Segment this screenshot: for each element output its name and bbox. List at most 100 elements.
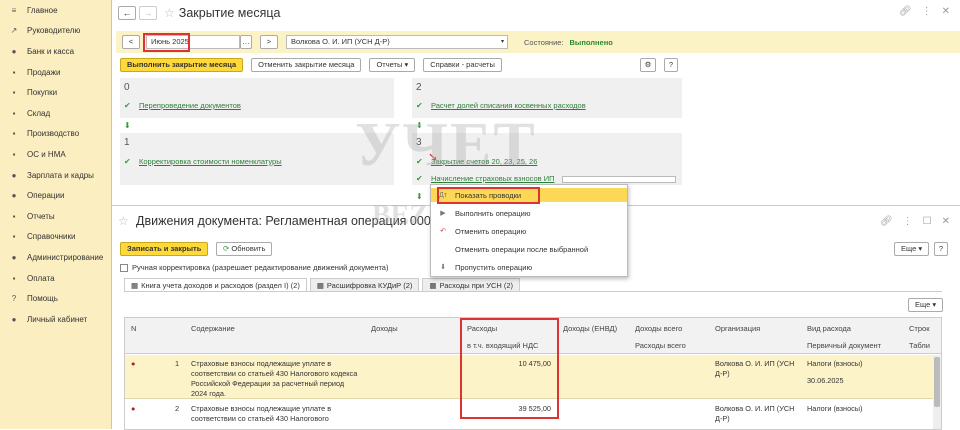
col-header-organization: Организация (715, 324, 761, 333)
settings-gear-icon[interactable]: ⚙ (640, 58, 656, 72)
section-2-link[interactable]: Расчет долей списания косвенных расходов (431, 101, 586, 110)
sidebar-item[interactable]: ▪ Оплата (0, 268, 111, 289)
warehouse-icon: ▪ (12, 108, 16, 118)
menu-item-label: Пропустить операцию (455, 262, 533, 272)
col-header-income: Доходы (371, 324, 398, 333)
done-check-icon: ✔ (416, 101, 423, 110)
favorite-star-icon[interactable]: ☆ (118, 214, 129, 228)
sidebar-item[interactable]: ↗ Руководителю (0, 21, 111, 42)
scrollbar-thumb[interactable] (934, 357, 940, 407)
sidebar-item-label: Руководителю (27, 26, 81, 36)
sidebar-item[interactable]: ▪ Продажи (0, 62, 111, 83)
done-check-icon: ✔ (124, 101, 131, 110)
help-button[interactable]: ? (934, 242, 948, 256)
run-closing-button[interactable]: Выполнить закрытие месяца (120, 58, 244, 72)
refresh-label: Обновить (231, 244, 266, 253)
period-picker-button[interactable]: … (240, 35, 252, 49)
table-icon: ▦ (131, 280, 139, 290)
close-icon[interactable]: ✕ (942, 6, 950, 17)
context-menu-item-undo-after[interactable]: Отменить операции после выбранной (431, 242, 627, 256)
link-icon[interactable]: 🔗︎ (899, 6, 912, 17)
sidebar-item-label: ОС и НМА (27, 149, 66, 159)
link-icon[interactable]: 🔗︎ (880, 216, 893, 227)
factory-icon: ▪ (12, 129, 16, 139)
help-button[interactable]: ? (664, 58, 678, 72)
cancel-closing-button[interactable]: Отменить закрытие месяца (251, 58, 362, 72)
context-menu-item-skip[interactable]: ⬇ Пропустить операцию (431, 260, 627, 274)
command-bar: Выполнить закрытие месяца Отменить закры… (120, 58, 502, 72)
organization-field[interactable]: Волкова О. И. ИП (УСН Д-Р) ▾ (286, 35, 508, 49)
table-icon: ▦ (429, 280, 437, 290)
more-vert-icon[interactable]: ⋮ (922, 6, 932, 17)
context-menu-item-undo[interactable]: ↶ Отменить операцию (431, 224, 627, 238)
row-date: 30.06.2025 (807, 376, 844, 385)
salary-icon: ● (11, 170, 17, 180)
sidebar-item[interactable]: ▪ Справочники (0, 227, 111, 248)
sidebar-item-label: Оплата (27, 273, 55, 283)
more-vert-icon[interactable]: ⋮ (903, 216, 913, 227)
sidebar-item[interactable]: ≡ Главное (0, 0, 111, 21)
sidebar-item[interactable]: ● Зарплата и кадры (0, 165, 111, 186)
manual-correction-checkbox[interactable] (120, 263, 128, 272)
sidebar-item[interactable]: ? Помощь (0, 288, 111, 309)
context-menu-item-run[interactable]: ▶ Выполнить операцию (431, 206, 627, 220)
save-and-close-button[interactable]: Записать и закрыть (120, 242, 209, 256)
references-button[interactable]: Справки - расчеты (423, 58, 502, 72)
back-button[interactable]: ← (118, 6, 136, 20)
sidebar-item[interactable]: ● Банк и касса (0, 41, 111, 62)
col-header-content: Содержание (191, 324, 235, 333)
section-0-link[interactable]: Перепроведение документов (139, 101, 241, 110)
sidebar-item-label: Личный кабинет (27, 314, 88, 324)
sidebar-item[interactable]: ▪ Отчеты (0, 206, 111, 227)
col-header-income-total: Доходы всего (635, 324, 683, 333)
reports-button[interactable]: Отчеты ▾ (369, 58, 416, 72)
maximize-icon[interactable]: ☐ (923, 216, 932, 227)
sidebar: ≡ Главное ↗ Руководителю ● Банк и касса ▪ Прода… (0, 0, 112, 429)
forward-button[interactable]: → (139, 6, 157, 20)
window-controls: 🔗︎ ⋮ ✕ (899, 6, 950, 17)
tab-kudir-details[interactable]: ▦ Расшифровка КУДиР (2) (309, 278, 420, 291)
next-period-button[interactable]: > (260, 35, 278, 49)
undo-icon: ↶ (440, 228, 446, 235)
sidebar-item[interactable]: ● Операции (0, 185, 111, 206)
operations-icon: ● (11, 191, 17, 201)
admin-icon: ● (11, 252, 17, 262)
sidebar-item[interactable]: ▪ Покупки (0, 82, 111, 103)
section-3-link-2[interactable]: Начисление страховых взносов ИП (431, 174, 554, 183)
refresh-button[interactable]: ⟳ Обновить (216, 242, 273, 256)
down-arrow-icon: ⬇ (124, 121, 131, 130)
sidebar-item[interactable]: ▪ Производство (0, 124, 111, 145)
sidebar-item[interactable]: ● Администрирование (0, 247, 111, 268)
favorite-star-icon[interactable]: ☆ (164, 6, 175, 20)
sidebar-item[interactable]: ▪ ОС и НМА (0, 144, 111, 165)
section-3-number: 3 (416, 137, 422, 148)
state-value: Выполнено (569, 37, 613, 47)
reports-icon: ▪ (12, 211, 16, 221)
vertical-scrollbar[interactable] (933, 355, 941, 429)
done-check-icon: ✔ (416, 157, 423, 166)
tab-kudir[interactable]: ▦ Книга учета доходов и расходов (раздел … (124, 278, 307, 291)
sidebar-item[interactable]: ● Личный кабинет (0, 309, 111, 330)
tab-label: Расшифровка КУДиР (2) (326, 280, 413, 290)
prev-period-button[interactable]: < (122, 35, 140, 49)
grid-more-button[interactable]: Еще ▾ (908, 298, 944, 312)
section-3-link[interactable]: Закрытие счетов 20, 23, 25, 26 (431, 157, 537, 166)
menu-item-label: Выполнить операцию (455, 208, 531, 218)
tab-divider (124, 291, 942, 292)
row-number: 2 (175, 404, 180, 413)
menu-icon: ≡ (11, 5, 17, 15)
help-icon: ? (11, 294, 17, 304)
dropdown-arrow-icon[interactable]: ▾ (501, 36, 504, 48)
row-content: Страховые взносы подлежащие уплате в соо… (191, 359, 358, 398)
more-button[interactable]: Еще ▾ (894, 242, 930, 256)
menu-item-label: Отменить операцию (455, 226, 527, 236)
red-pointer-arrow-icon: ➘ (428, 150, 439, 164)
row-number: 1 (175, 359, 180, 368)
more-label: Еще (901, 244, 917, 253)
tab-usn-expenses[interactable]: ▦ Расходы при УСН (2) (422, 278, 521, 291)
section-1-link[interactable]: Корректировка стоимости номенклатуры (139, 157, 282, 166)
sidebar-item-label: Зарплата и кадры (27, 170, 94, 180)
close-icon[interactable]: ✕ (942, 216, 950, 227)
skip-icon: ⬇ (440, 264, 446, 271)
sidebar-item[interactable]: ▪ Склад (0, 103, 111, 124)
